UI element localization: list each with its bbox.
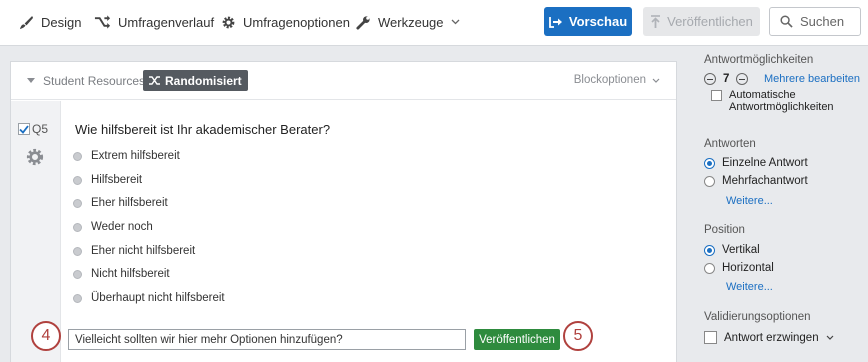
auto-choices-checkbox[interactable] — [711, 90, 722, 101]
choice-item[interactable]: Weder noch — [73, 219, 153, 235]
choice-item[interactable]: Hilfsbereit — [73, 172, 142, 188]
single-answer-option[interactable]: Einzelne Antwort — [704, 157, 808, 169]
choice-item[interactable]: Eher hilfsbereit — [73, 195, 168, 211]
choice-label[interactable]: Extrem hilfsbereit — [91, 150, 180, 162]
question-settings-gear[interactable] — [25, 147, 45, 170]
choice-label[interactable]: Überhaupt nicht hilfsbereit — [91, 292, 225, 304]
survey-editor: Student Resources Randomisiert Blockopti… — [10, 61, 677, 362]
preview-arrow-icon — [548, 16, 562, 28]
choice-item[interactable]: Extrem hilfsbereit — [73, 148, 180, 164]
vertical-option[interactable]: Vertikal — [704, 244, 760, 256]
choice-label[interactable]: Eher hilfsbereit — [91, 197, 168, 209]
nav-design-label: Design — [41, 14, 82, 30]
question-checkbox[interactable] — [18, 123, 30, 135]
nav-survey-options[interactable]: Umfragenoptionen — [221, 13, 350, 31]
answers-more-link[interactable]: Weitere... — [726, 195, 773, 207]
randomized-badge-label: Randomisiert — [165, 73, 242, 88]
horizontal-radio[interactable] — [704, 262, 715, 274]
top-toolbar: Design Umfragenverlauf Umfragenoptionen … — [0, 0, 868, 46]
position-heading: Position — [704, 224, 745, 236]
shuffle-icon — [149, 76, 160, 85]
chevron-down-icon — [652, 78, 660, 83]
choice-radio[interactable] — [73, 198, 82, 208]
position-more-link[interactable]: Weitere... — [726, 281, 773, 293]
auto-choices-line2: Antwortmöglichkeiten — [729, 101, 834, 113]
question-settings-sidebar: Antwortmöglichkeiten 7 Mehrere bearbeite… — [690, 46, 868, 362]
step-marker-5: 5 — [563, 321, 593, 351]
publish-button-disabled: Veröffentlichen — [643, 7, 760, 36]
force-response-label: Antwort erzwingen — [724, 331, 819, 344]
chevron-down-icon[interactable] — [826, 335, 834, 340]
collapse-triangle-icon[interactable] — [27, 78, 35, 83]
comment-input[interactable] — [68, 329, 466, 350]
block-options-menu[interactable]: Blockoptionen — [574, 74, 660, 86]
auto-choices-label: Automatische Antwortmöglichkeiten — [729, 89, 834, 113]
publish-button-label: Veröffentlichen — [667, 14, 753, 29]
auto-choices-line1: Automatische — [729, 89, 796, 101]
search-input[interactable]: Suchen — [769, 7, 861, 36]
gear-icon — [26, 148, 44, 166]
choice-item[interactable]: Nicht hilfsbereit — [73, 266, 170, 282]
vertical-label: Vertikal — [722, 244, 760, 256]
multiple-answer-radio[interactable] — [704, 175, 715, 187]
choice-count: 7 — [723, 73, 730, 85]
block-header: Student Resources Randomisiert Blockopti… — [11, 62, 676, 100]
question-id: Q5 — [32, 122, 49, 136]
question-select[interactable]: Q5 — [18, 122, 48, 136]
choice-label[interactable]: Weder noch — [91, 221, 153, 233]
preview-button-label: Vorschau — [568, 14, 628, 29]
edit-multiple-link[interactable]: Mehrere bearbeiten — [764, 73, 860, 85]
chevron-down-icon — [451, 19, 459, 25]
horizontal-label: Horizontal — [722, 262, 774, 274]
nav-survey-flow[interactable]: Umfragenverlauf — [94, 13, 214, 31]
force-response-option[interactable]: Antwort erzwingen — [704, 331, 834, 344]
nav-survey-options-label: Umfragenoptionen — [243, 14, 350, 30]
choice-radio[interactable] — [73, 151, 82, 161]
vertical-radio[interactable] — [704, 244, 715, 256]
choice-item[interactable]: Eher nicht hilfsbereit — [73, 243, 195, 259]
nav-design[interactable]: Design — [19, 13, 81, 31]
question-text[interactable]: Wie hilfsbereit ist Ihr akademischer Ber… — [75, 122, 330, 137]
choice-label[interactable]: Hilfsbereit — [91, 174, 142, 186]
flow-icon — [94, 15, 111, 29]
answer-options-heading: Antwortmöglichkeiten — [704, 54, 814, 66]
search-placeholder: Suchen — [800, 14, 845, 29]
choice-item[interactable]: Überhaupt nicht hilfsbereit — [73, 290, 225, 306]
decrease-choices-button[interactable] — [704, 73, 716, 85]
horizontal-option[interactable]: Horizontal — [704, 262, 774, 274]
force-response-checkbox[interactable] — [704, 331, 717, 344]
single-answer-label: Einzelne Antwort — [722, 157, 808, 169]
nav-tools-label: Werkzeuge — [378, 14, 444, 30]
gear-icon — [222, 16, 235, 28]
choice-count-row: 7 — [704, 73, 749, 85]
upload-icon — [651, 14, 661, 28]
validation-heading: Validierungsoptionen — [704, 311, 811, 323]
nav-tools[interactable]: Werkzeuge — [356, 13, 460, 31]
choice-radio[interactable] — [73, 222, 82, 232]
choice-radio[interactable] — [73, 269, 82, 279]
choice-label[interactable]: Eher nicht hilfsbereit — [91, 245, 195, 257]
auto-choices-row[interactable]: Automatische Antwortmöglichkeiten — [704, 89, 834, 113]
choice-radio[interactable] — [73, 246, 82, 256]
choice-radio[interactable] — [73, 293, 82, 303]
answers-heading: Antworten — [704, 138, 756, 150]
wrench-icon — [356, 15, 370, 30]
choice-label[interactable]: Nicht hilfsbereit — [91, 268, 170, 280]
increase-choices-button[interactable] — [736, 73, 749, 85]
preview-button[interactable]: Vorschau — [544, 7, 632, 36]
block-name[interactable]: Student Resources — [43, 74, 145, 88]
paintbrush-icon — [19, 15, 34, 29]
choice-radio[interactable] — [73, 175, 82, 185]
search-icon — [780, 15, 793, 28]
comment-publish-button[interactable]: Veröffentlichen — [474, 329, 560, 350]
single-answer-radio[interactable] — [704, 157, 715, 169]
block-options-label: Blockoptionen — [573, 74, 646, 86]
multiple-answer-option[interactable]: Mehrfachantwort — [704, 175, 808, 187]
checkmark-icon — [19, 124, 29, 134]
randomized-badge[interactable]: Randomisiert — [143, 70, 248, 91]
multiple-answer-label: Mehrfachantwort — [722, 175, 808, 187]
nav-survey-flow-label: Umfragenverlauf — [118, 14, 215, 30]
step-marker-4: 4 — [31, 321, 61, 351]
